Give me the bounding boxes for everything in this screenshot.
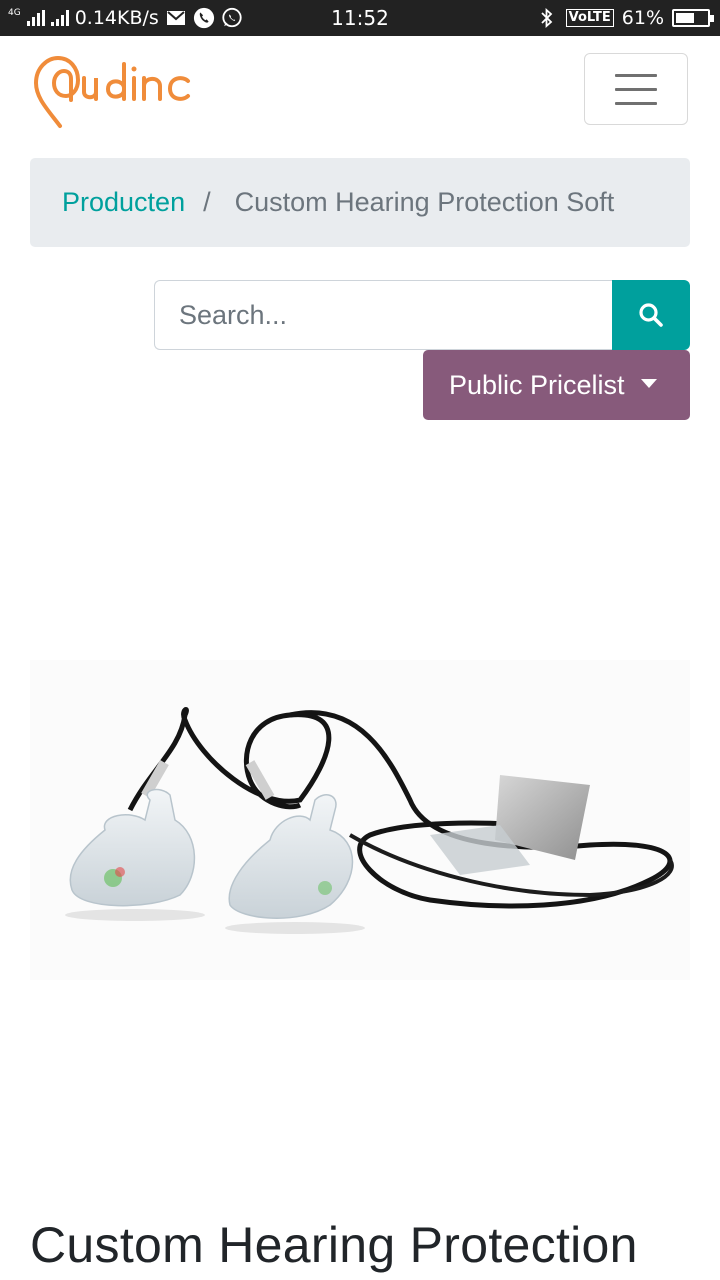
product-image[interactable]: [30, 660, 690, 980]
breadcrumb-current: Custom Hearing Protection Soft: [234, 187, 615, 217]
status-bar: 4G 0.14KB/s 11:52 VoLTE 61%: [0, 0, 720, 36]
earplugs-illustration: [65, 707, 674, 934]
phone-call-icon: [193, 7, 215, 29]
network-type: 4G: [8, 7, 21, 18]
volte-badge: VoLTE: [565, 9, 614, 27]
breadcrumb: Producten / Custom Hearing Protection So…: [30, 158, 690, 247]
battery-percent: 61%: [621, 7, 664, 29]
breadcrumb-separator: /: [203, 187, 211, 217]
breadcrumb-link-products[interactable]: Producten: [62, 187, 185, 218]
product-search: [154, 280, 690, 350]
data-speed: 0.14KB/s: [74, 7, 159, 29]
status-bar-left: 4G 0.14KB/s: [8, 0, 243, 36]
bluetooth-icon: [536, 7, 558, 29]
search-icon: [639, 303, 663, 327]
battery-icon: [672, 9, 714, 27]
battery-level: [676, 13, 694, 23]
mail-icon: [165, 7, 187, 29]
brand-logo[interactable]: [30, 50, 200, 130]
hamburger-icon-line: [615, 101, 657, 105]
signal-strength-icon-secondary: [50, 10, 69, 26]
navbar: [0, 36, 720, 146]
signal-strength-icon: [26, 10, 45, 26]
search-input[interactable]: [154, 280, 612, 350]
pricelist-dropdown[interactable]: Public Pricelist: [423, 350, 690, 420]
product-title: Custom Hearing Protection: [30, 1217, 638, 1273]
menu-toggle-button[interactable]: [584, 53, 688, 125]
caret-down-icon: [640, 378, 657, 388]
whatsapp-icon: [221, 7, 243, 29]
hamburger-icon: [615, 73, 657, 77]
status-bar-right: VoLTE 61%: [536, 0, 714, 36]
pricelist-label: Public Pricelist: [449, 369, 625, 400]
hamburger-icon-line: [615, 87, 657, 91]
search-button[interactable]: [612, 280, 690, 350]
